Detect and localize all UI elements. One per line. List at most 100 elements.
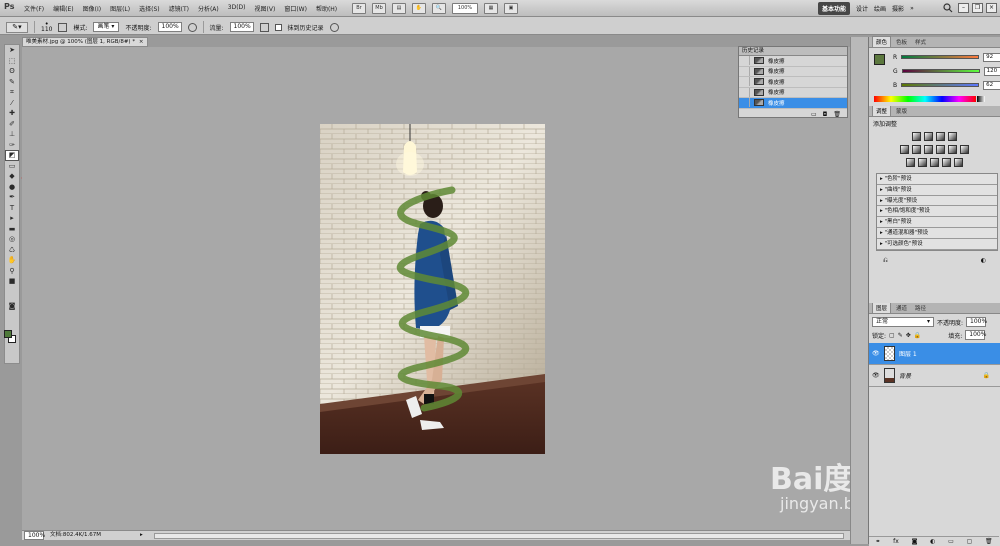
menu-3d[interactable]: 3D(D): [228, 4, 246, 13]
workspace-more[interactable]: »: [910, 5, 914, 12]
menu-view[interactable]: 视图(V): [255, 4, 276, 13]
history-item[interactable]: 橡皮擦: [739, 66, 847, 77]
crop-tool-icon[interactable]: ⌗: [5, 87, 19, 98]
healing-brush-tool-icon[interactable]: ✚: [5, 108, 19, 119]
tablet-size-icon[interactable]: [329, 22, 339, 32]
menu-file[interactable]: 文件(F): [24, 4, 44, 13]
mode-select[interactable]: 画笔 ▾: [93, 22, 120, 32]
snapshot-icon[interactable]: ◘: [823, 111, 828, 118]
layer-row[interactable]: 👁 背景 🔒: [869, 365, 1000, 387]
status-zoom[interactable]: 100%: [24, 531, 45, 540]
tab-adjustments[interactable]: 调整: [872, 105, 892, 116]
brightness-icon[interactable]: [912, 132, 921, 141]
color-ramp[interactable]: [874, 96, 976, 102]
zoom-tool-icon[interactable]: 🔍: [432, 3, 446, 14]
red-value[interactable]: 92: [983, 52, 1000, 62]
bw-ramp[interactable]: [977, 96, 985, 102]
exposure-icon[interactable]: [948, 132, 957, 141]
shape-tool-icon[interactable]: ▬: [5, 224, 19, 235]
green-value[interactable]: 120: [983, 66, 1000, 76]
green-slider[interactable]: G 120: [893, 64, 1000, 78]
clone-stamp-tool-icon[interactable]: ⊥: [5, 129, 19, 140]
workspace-painting[interactable]: 绘画: [874, 4, 886, 13]
erase-history-checkbox[interactable]: [274, 23, 282, 31]
fill-field[interactable]: 100%: [965, 330, 986, 340]
history-item-selected[interactable]: 橡皮擦: [739, 98, 847, 109]
blue-value[interactable]: 62: [983, 80, 1000, 90]
opacity-field[interactable]: 100%: [157, 22, 182, 32]
tab-masks[interactable]: 蒙版: [893, 106, 910, 116]
path-select-tool-icon[interactable]: ▸: [5, 213, 19, 224]
hue-saturation-icon[interactable]: [912, 145, 921, 154]
dodge-tool-icon[interactable]: ●: [5, 182, 19, 193]
blue-slider[interactable]: B 62: [893, 78, 1000, 92]
tab-layers[interactable]: 图层: [872, 302, 892, 313]
hand-icon[interactable]: ✋: [412, 3, 426, 14]
search-icon[interactable]: [943, 3, 953, 13]
brush-size-picker[interactable]: • 110: [41, 21, 52, 33]
brush-tool-icon[interactable]: ✐: [5, 119, 19, 130]
pen-tool-icon[interactable]: ✒: [5, 192, 19, 203]
blend-mode-select[interactable]: 正常 ▾: [872, 317, 934, 327]
photo-filter-icon[interactable]: [948, 145, 957, 154]
menu-help[interactable]: 帮助(H): [316, 4, 337, 13]
history-item[interactable]: 橡皮擦: [739, 87, 847, 98]
gradient-tool-icon[interactable]: ▭: [5, 161, 19, 172]
3d-rotate-tool-icon[interactable]: ◎: [5, 234, 19, 245]
menu-analysis[interactable]: 分析(A): [198, 4, 219, 13]
arrange-documents-icon[interactable]: ▦: [484, 3, 498, 14]
lock-position-icon[interactable]: ✥: [906, 332, 911, 339]
preset-item[interactable]: ▸ "色相/饱和度"预设: [877, 206, 997, 218]
menu-window[interactable]: 窗口(W): [284, 4, 307, 13]
flow-field[interactable]: 100%: [229, 22, 254, 32]
preset-item[interactable]: ▸ "曝光度"预设: [877, 195, 997, 207]
eraser-tool-icon[interactable]: ◩: [5, 150, 19, 161]
foreground-color-swatch[interactable]: [874, 54, 885, 65]
zoom-level[interactable]: 100%: [452, 3, 478, 14]
preset-item[interactable]: ▸ "曲线"预设: [877, 184, 997, 196]
lasso-tool-icon[interactable]: ʘ: [5, 66, 19, 77]
preset-item[interactable]: ▸ "色阶"预设: [877, 174, 997, 185]
levels-icon[interactable]: [924, 132, 933, 141]
menu-edit[interactable]: 编辑(E): [53, 4, 73, 13]
preset-item[interactable]: ▸ "黑白"预设: [877, 217, 997, 228]
toggle-icon[interactable]: ◐: [981, 257, 986, 265]
color-balance-icon[interactable]: [924, 145, 933, 154]
layer-opacity-field[interactable]: 100%: [966, 317, 987, 327]
lock-transparency-icon[interactable]: ▢: [889, 332, 895, 339]
selective-color-icon[interactable]: [954, 158, 963, 167]
menu-layer[interactable]: 图层(L): [110, 4, 130, 13]
trash-icon[interactable]: 🗑: [833, 111, 841, 118]
invert-icon[interactable]: [906, 158, 915, 167]
tab-channels[interactable]: 通道: [893, 303, 910, 313]
zoom-tool-icon[interactable]: ⚲: [5, 266, 19, 277]
tab-swatches[interactable]: 色板: [893, 37, 910, 47]
brush-panel-icon[interactable]: [58, 22, 68, 32]
eye-icon[interactable]: 👁: [872, 350, 880, 358]
menu-image[interactable]: 图像(I): [83, 4, 101, 13]
3d-orbit-tool-icon[interactable]: ♺: [5, 245, 19, 256]
tab-color[interactable]: 颜色: [872, 36, 892, 47]
extras-icon[interactable]: ▤: [392, 3, 406, 14]
document-image[interactable]: [320, 124, 545, 454]
blur-tool-icon[interactable]: ◆: [5, 171, 19, 182]
layer-row[interactable]: 👁 图层 1: [869, 343, 1000, 365]
airbrush-icon[interactable]: [259, 22, 269, 32]
menu-select[interactable]: 选择(S): [139, 4, 160, 13]
clip-icon[interactable]: ⎌: [883, 257, 888, 265]
marquee-tool-icon[interactable]: ⬚: [5, 56, 19, 67]
history-brush-tool-icon[interactable]: ✑: [5, 140, 19, 151]
new-document-icon[interactable]: ▭: [811, 111, 817, 118]
menu-filter[interactable]: 滤镜(T): [169, 4, 189, 13]
eye-icon[interactable]: 👁: [872, 372, 880, 380]
posterize-icon[interactable]: [918, 158, 927, 167]
channel-mixer-icon[interactable]: [960, 145, 969, 154]
workspace-photography[interactable]: 摄影: [892, 4, 904, 13]
workspace-essentials[interactable]: 基本功能: [818, 2, 851, 15]
preset-item[interactable]: ▸ "通道混和器"预设: [877, 227, 997, 239]
tab-paths[interactable]: 路径: [912, 303, 929, 313]
gradient-map-icon[interactable]: [942, 158, 951, 167]
type-tool-icon[interactable]: T: [5, 203, 19, 214]
eyedropper-tool-icon[interactable]: ⁄: [5, 98, 19, 109]
quick-select-tool-icon[interactable]: ✎: [5, 77, 19, 88]
